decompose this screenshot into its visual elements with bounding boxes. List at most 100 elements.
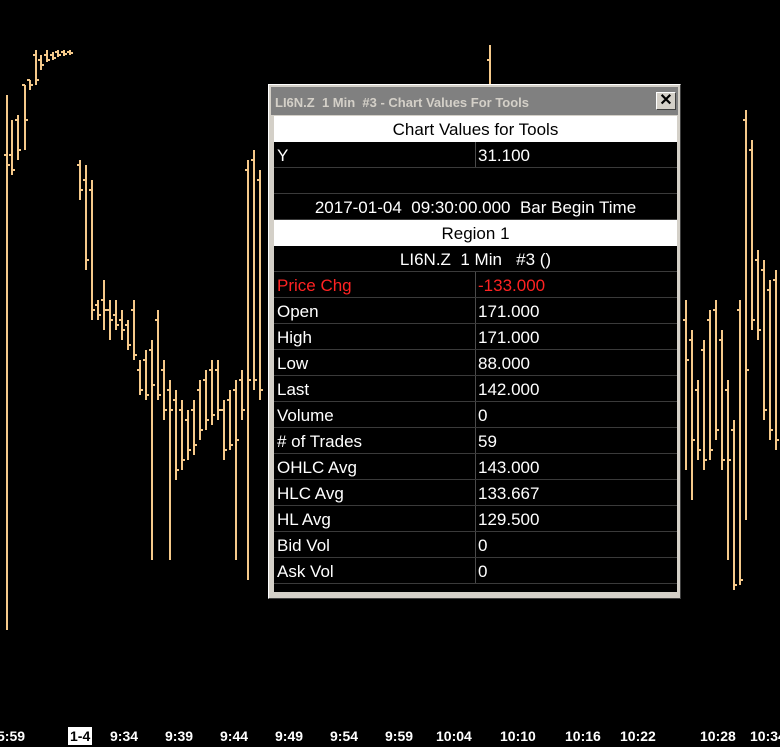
ohlc-bar — [689, 330, 695, 500]
ohlc-bar — [245, 160, 251, 580]
value-row: # of Trades 59 — [274, 428, 677, 454]
ohlc-bar — [707, 310, 713, 460]
value-row: HLC Avg 133.667 — [274, 480, 677, 506]
ohlc-bar — [125, 320, 131, 350]
dialog-title-bar[interactable]: LI6N.Z 1 Min #3 - Chart Values For Tools… — [271, 87, 678, 115]
ohlc-bar — [61, 50, 67, 56]
ohlc-bar — [761, 260, 767, 420]
bar-time-row: 2017-01-04 09:30:00.000 Bar Begin Time — [274, 194, 677, 220]
ohlc-bar — [131, 300, 137, 360]
ohlc-bar — [239, 370, 245, 420]
value-cell: 171.000 — [478, 302, 540, 321]
ohlc-bar — [257, 170, 263, 400]
ohlc-bar — [755, 250, 761, 340]
ohlc-bar — [179, 400, 185, 470]
region-label: Region 1 — [441, 224, 510, 243]
ohlc-bar — [221, 400, 227, 460]
value-label: Volume — [277, 406, 334, 425]
ohlc-bar — [44, 50, 50, 62]
ohlc-bar — [95, 300, 101, 320]
value-cell: 143.000 — [478, 458, 540, 477]
time-tick-label: 9:44 — [220, 728, 249, 744]
ohlc-bar — [38, 55, 44, 70]
ohlc-bar — [683, 300, 689, 470]
ohlc-bar — [15, 115, 21, 160]
blank-row — [274, 168, 677, 194]
time-tick-label: 9:39 — [165, 728, 194, 744]
value-label: Ask Vol — [277, 562, 334, 581]
value-cell: 59 — [478, 432, 497, 451]
ohlc-bar — [185, 410, 191, 460]
study-row: LI6N.Z 1 Min #3 () — [274, 246, 677, 272]
time-tick-label: 10:34 — [750, 728, 780, 744]
close-button[interactable]: ✕ — [656, 92, 676, 110]
value-label: Price Chg — [277, 276, 352, 295]
value-row: HL Avg 129.500 — [274, 506, 677, 532]
ohlc-bar — [749, 140, 755, 330]
value-cell: 142.000 — [478, 380, 540, 399]
dialog-title: LI6N.Z 1 Min #3 - Chart Values For Tools — [275, 95, 530, 110]
close-icon: ✕ — [659, 92, 673, 109]
value-cell: 129.500 — [478, 510, 540, 529]
y-row: Y 31.100 — [274, 142, 677, 168]
value-row: Ask Vol 0 — [274, 558, 677, 584]
ohlc-bar — [101, 280, 107, 330]
value-label: HL Avg — [277, 510, 331, 529]
time-tick-label: 9:34 — [110, 728, 139, 744]
value-row: Open 171.000 — [274, 298, 677, 324]
ohlc-bar — [233, 380, 239, 560]
ohlc-bar — [227, 390, 233, 450]
value-row: High 171.000 — [274, 324, 677, 350]
time-tick-label: 9:49 — [275, 728, 304, 744]
y-value: 31.100 — [478, 146, 530, 165]
ohlc-bar — [113, 300, 119, 330]
region-row: Region 1 — [274, 220, 677, 246]
value-cell: 88.000 — [478, 354, 530, 373]
ohlc-bar — [767, 280, 773, 440]
time-tick-label: 10:10 — [500, 728, 536, 744]
value-cell: 171.000 — [478, 328, 540, 347]
ohlc-bar — [89, 180, 95, 320]
value-label: High — [277, 328, 312, 347]
time-tick-label: 10:28 — [700, 728, 736, 744]
ohlc-bar — [167, 380, 173, 560]
ohlc-bar — [50, 52, 56, 60]
ohlc-bar — [4, 95, 10, 630]
time-tick-label: 10:16 — [565, 728, 601, 744]
value-label: Bid Vol — [277, 536, 330, 555]
value-row: Last 142.000 — [274, 376, 677, 402]
ohlc-bar — [119, 310, 125, 340]
ohlc-bar — [719, 330, 725, 470]
time-tick-label: 10:22 — [620, 728, 656, 744]
ohlc-bar — [83, 165, 89, 270]
value-label: Low — [277, 354, 309, 373]
ohlc-bar — [713, 300, 719, 440]
ohlc-bar — [737, 300, 743, 585]
value-row: Price Chg -133.000 — [274, 272, 677, 298]
ohlc-bar — [33, 50, 39, 85]
ohlc-bar — [191, 400, 197, 455]
value-cell: 0 — [478, 406, 488, 425]
ohlc-bar — [9, 120, 15, 175]
value-row: Volume 0 — [274, 402, 677, 428]
ohlc-bar — [215, 360, 221, 420]
ohlc-bar — [155, 310, 161, 400]
ohlc-bar — [203, 370, 209, 430]
time-tick-label: 9:59 — [385, 728, 414, 744]
value-label: # of Trades — [277, 432, 363, 451]
ohlc-bar — [137, 360, 143, 395]
ohlc-bar — [107, 300, 113, 340]
ohlc-bar — [743, 110, 749, 520]
time-tick-label: 5:59 — [0, 728, 26, 744]
value-row: Low 88.000 — [274, 350, 677, 376]
time-tick-label: 10:04 — [436, 728, 472, 744]
ohlc-bar — [209, 360, 215, 425]
y-label: Y — [277, 146, 289, 165]
value-label: OHLC Avg — [277, 458, 358, 477]
header-row: Chart Values for Tools — [274, 116, 677, 142]
study-label: LI6N.Z 1 Min #3 () — [399, 250, 552, 269]
values-table: Chart Values for Tools Y 31.100 2017-01-… — [274, 116, 677, 592]
ohlc-bar — [77, 160, 83, 200]
value-cell: 133.667 — [478, 484, 540, 503]
ohlc-bar — [149, 340, 155, 560]
